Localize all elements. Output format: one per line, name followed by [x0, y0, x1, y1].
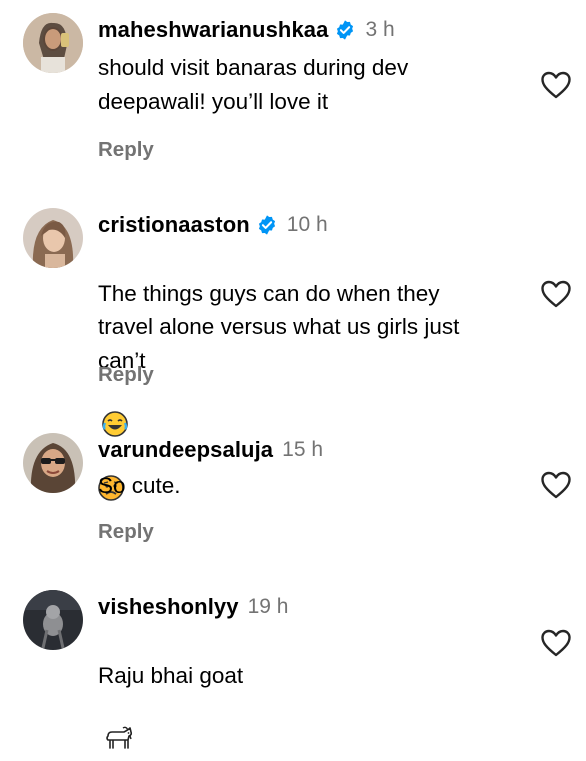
username[interactable]: maheshwarianushkaa: [98, 17, 328, 43]
comment-text-content: Raju bhai goat: [98, 662, 244, 688]
reply-button[interactable]: Reply: [98, 520, 154, 544]
avatar[interactable]: [23, 13, 83, 73]
goat-icon: [104, 692, 134, 749]
heart-outline-icon[interactable]: [540, 279, 572, 309]
comment-text-content: The things guys can do when they travel …: [98, 280, 460, 373]
reply-button[interactable]: Reply: [98, 363, 154, 387]
reply-button[interactable]: Reply: [98, 138, 154, 162]
timestamp: 3 h: [365, 18, 395, 41]
heart-outline-icon[interactable]: [540, 70, 572, 100]
avatar[interactable]: [23, 433, 83, 493]
username[interactable]: varundeepsaluja: [98, 437, 273, 463]
heart-outline-icon[interactable]: [540, 628, 572, 658]
verified-badge-icon: [256, 214, 278, 236]
comment-text: should visit banaras during dev deepawal…: [98, 55, 409, 114]
timestamp: 15 h: [282, 438, 324, 461]
comment-text: Raju bhai goat: [98, 625, 528, 756]
comment-header: varundeepsaluja 15 h: [98, 433, 323, 467]
comment-header: maheshwarianushkaa 3 h: [98, 13, 395, 47]
timestamp: 10 h: [286, 213, 328, 236]
comment-text: So cute.: [98, 473, 181, 498]
heart-outline-icon[interactable]: [540, 470, 572, 500]
avatar[interactable]: [23, 590, 83, 650]
username[interactable]: visheshonlyy: [98, 594, 239, 620]
comment-header: visheshonlyy 19 h: [98, 590, 288, 624]
timestamp: 19 h: [247, 595, 289, 618]
username[interactable]: cristionaaston: [98, 212, 250, 238]
comment-header: cristionaaston 10 h: [98, 208, 328, 242]
avatar[interactable]: [23, 208, 83, 268]
verified-badge-icon: [334, 19, 356, 41]
